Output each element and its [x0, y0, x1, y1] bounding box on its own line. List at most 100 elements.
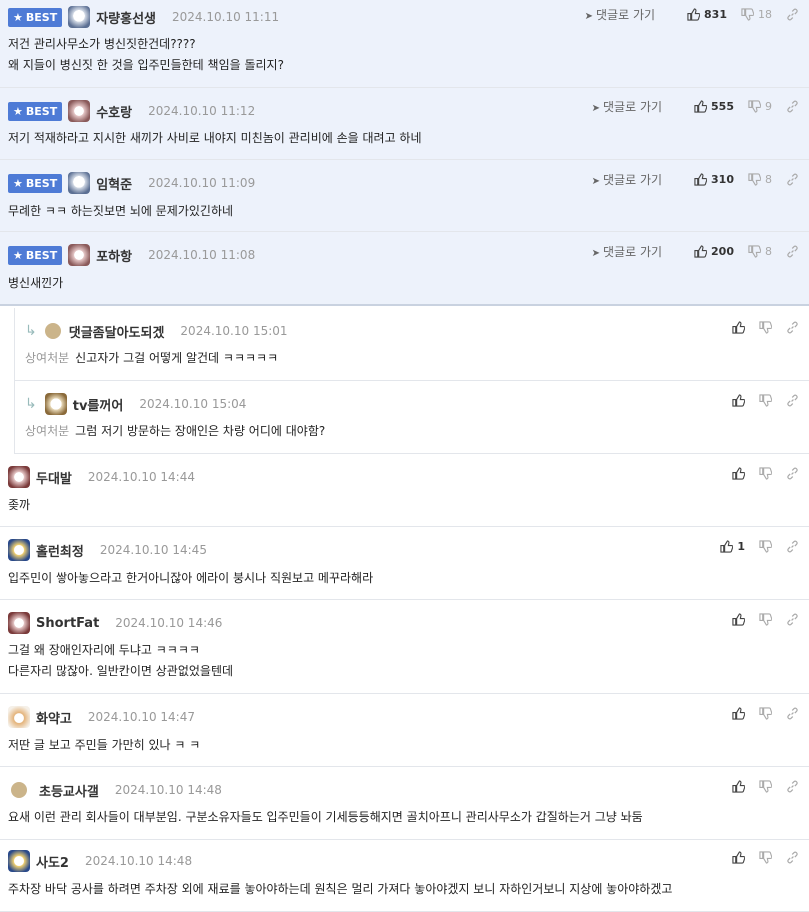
comment-header: 홀런최정 2024.10.10 14:45: [8, 535, 207, 565]
avatar[interactable]: [8, 612, 30, 634]
send-arrow-icon: ➤: [584, 10, 594, 22]
goto-comment-link[interactable]: ➤ 댓글로 가기: [592, 98, 662, 115]
goto-comment-link[interactable]: ➤ 댓글로 가기: [592, 243, 662, 260]
like-button[interactable]: [732, 466, 745, 480]
avatar[interactable]: [8, 850, 30, 872]
send-arrow-icon: ➤: [591, 247, 601, 259]
goto-label: 댓글로 가기: [596, 7, 656, 22]
comment-text-line: 입주민이 쌓아놓으라고 한거아니잖아 에라이 붕시나 직원보고 메꾸라해라: [8, 571, 374, 585]
comment-author[interactable]: tv를꺼어: [73, 395, 124, 414]
comment-author[interactable]: 포하항: [96, 246, 132, 265]
comment-author[interactable]: 수호랑: [96, 102, 132, 121]
link-icon: [787, 613, 798, 625]
avatar[interactable]: [8, 466, 30, 488]
avatar[interactable]: [68, 244, 91, 266]
like-button[interactable]: 1: [720, 540, 745, 553]
comment-author[interactable]: 댓글좀달아도되겠: [69, 322, 165, 341]
dislike-button[interactable]: 8: [748, 173, 772, 186]
comment-text-line: 저건 관리사무소가 병신짓한건데????: [8, 37, 196, 51]
comment-text-line: 주차장 바닥 공사를 하려면 주차장 외에 재료를 놓아야하는데 원칙은 멀리 …: [8, 882, 673, 896]
comment-date: 2024.10.10 14:48: [114, 783, 222, 797]
comment: ShortFat 2024.10.10 14:46 그걸 왜 장애인자리에 두냐…: [0, 600, 809, 694]
comment-body: 상여처분 그럼 저기 방문하는 장애인은 차량 어디에 대야함?: [25, 421, 325, 442]
comment-actions: ➤ 댓글로 가기 831 18: [585, 0, 799, 29]
share-link-button[interactable]: [786, 321, 799, 334]
like-button[interactable]: [732, 612, 745, 626]
share-link-button[interactable]: [786, 467, 799, 480]
dislike-button[interactable]: 8: [748, 245, 772, 258]
dislike-button[interactable]: 9: [748, 100, 772, 113]
avatar[interactable]: [44, 323, 61, 339]
like-button[interactable]: [732, 706, 745, 720]
avatar[interactable]: [44, 393, 67, 415]
comment-author[interactable]: 홀런최정: [36, 541, 84, 560]
comment-author[interactable]: 임혁준: [96, 174, 132, 193]
avatar[interactable]: [68, 172, 91, 194]
link-icon: [787, 321, 798, 333]
like-button[interactable]: 200: [694, 245, 734, 258]
link-icon: [787, 394, 798, 406]
avatar[interactable]: [8, 539, 30, 561]
like-button[interactable]: [732, 393, 745, 407]
like-button[interactable]: 555: [694, 100, 734, 113]
star-icon: ★: [13, 104, 23, 118]
avatar[interactable]: [8, 706, 30, 728]
comment-body: 좆까: [8, 495, 30, 516]
reply-target-tag[interactable]: 상여처분: [25, 424, 69, 438]
like-button[interactable]: 831: [687, 8, 727, 21]
dislike-button[interactable]: [759, 612, 772, 626]
star-icon: ★: [13, 10, 23, 24]
share-link-button[interactable]: [786, 613, 799, 626]
dislike-button[interactable]: [759, 539, 772, 553]
like-button[interactable]: 310: [694, 173, 734, 186]
avatar[interactable]: [11, 782, 27, 798]
best-badge: ★ BEST: [8, 7, 63, 27]
avatar[interactable]: [68, 100, 91, 122]
like-button[interactable]: [732, 320, 745, 334]
share-link-button[interactable]: [786, 394, 799, 407]
like-button[interactable]: [732, 850, 745, 864]
thumbs-down-icon: [748, 172, 761, 186]
comment-author[interactable]: 화약고: [36, 708, 72, 727]
comment-actions: [718, 771, 799, 801]
goto-comment-link[interactable]: ➤ 댓글로 가기: [592, 171, 662, 188]
dislike-button[interactable]: 18: [741, 8, 772, 21]
comment-author[interactable]: 사도2: [36, 852, 69, 871]
comment-author[interactable]: 초등교사갤: [39, 781, 99, 800]
reply-target-tag[interactable]: 상여처분: [25, 351, 69, 365]
star-icon: ★: [13, 248, 23, 262]
share-link-button[interactable]: [786, 540, 799, 553]
dislike-button[interactable]: [759, 779, 772, 793]
share-link-button[interactable]: [786, 8, 799, 21]
comment-text-line: 무례한 ㅋㅋ 하는짓보면 뇌에 문제가있긴하네: [8, 204, 234, 218]
dislike-button[interactable]: [759, 320, 772, 334]
like-button[interactable]: [732, 779, 745, 793]
avatar[interactable]: [68, 6, 91, 28]
comment-date: 2024.10.10 14:48: [84, 854, 193, 868]
thumbs-down-icon: [759, 320, 772, 334]
comment-best-1: ★ BEST 자량홍선생 2024.10.10 11:11 ➤ 댓글로 가기 831…: [0, 0, 809, 88]
dislike-button[interactable]: [759, 850, 772, 864]
share-link-button[interactable]: [786, 173, 799, 186]
comment-header: ★ BEST 포하항 2024.10.10 11:08: [8, 240, 255, 270]
dislike-button[interactable]: [759, 706, 772, 720]
comment-author[interactable]: 두대발: [36, 468, 72, 487]
thumbs-up-icon: [694, 244, 708, 258]
comment-author[interactable]: ShortFat: [36, 616, 99, 631]
comment-author[interactable]: 자량홍선생: [96, 8, 156, 27]
goto-comment-link[interactable]: ➤ 댓글로 가기: [585, 6, 655, 23]
comment-best-4: ★ BEST 포하항 2024.10.10 11:08 ➤ 댓글로 가기 200 8…: [0, 232, 809, 306]
share-link-button[interactable]: [786, 707, 799, 720]
dislike-button[interactable]: [759, 393, 772, 407]
share-link-button[interactable]: [786, 851, 799, 864]
comment-actions: [718, 842, 799, 872]
comment-date: 2024.10.10 15:04: [139, 397, 247, 411]
comment-text-line: 그럼 저기 방문하는 장애인은 차량 어디에 대야함?: [75, 424, 326, 438]
comment-text-line: 저기 적재하라고 지시한 새끼가 사비로 내야지 미친놈이 관리비에 손을 대려…: [8, 131, 422, 145]
comment-actions: ➤ 댓글로 가기 310 8: [592, 164, 799, 194]
comment-text-line: 요새 이런 관리 회사들이 대부분임. 구분소유자들도 입주민들이 기세등등해지…: [8, 810, 643, 824]
dislike-button[interactable]: [759, 466, 772, 480]
share-link-button[interactable]: [786, 780, 799, 793]
share-link-button[interactable]: [786, 100, 799, 113]
share-link-button[interactable]: [786, 245, 799, 258]
